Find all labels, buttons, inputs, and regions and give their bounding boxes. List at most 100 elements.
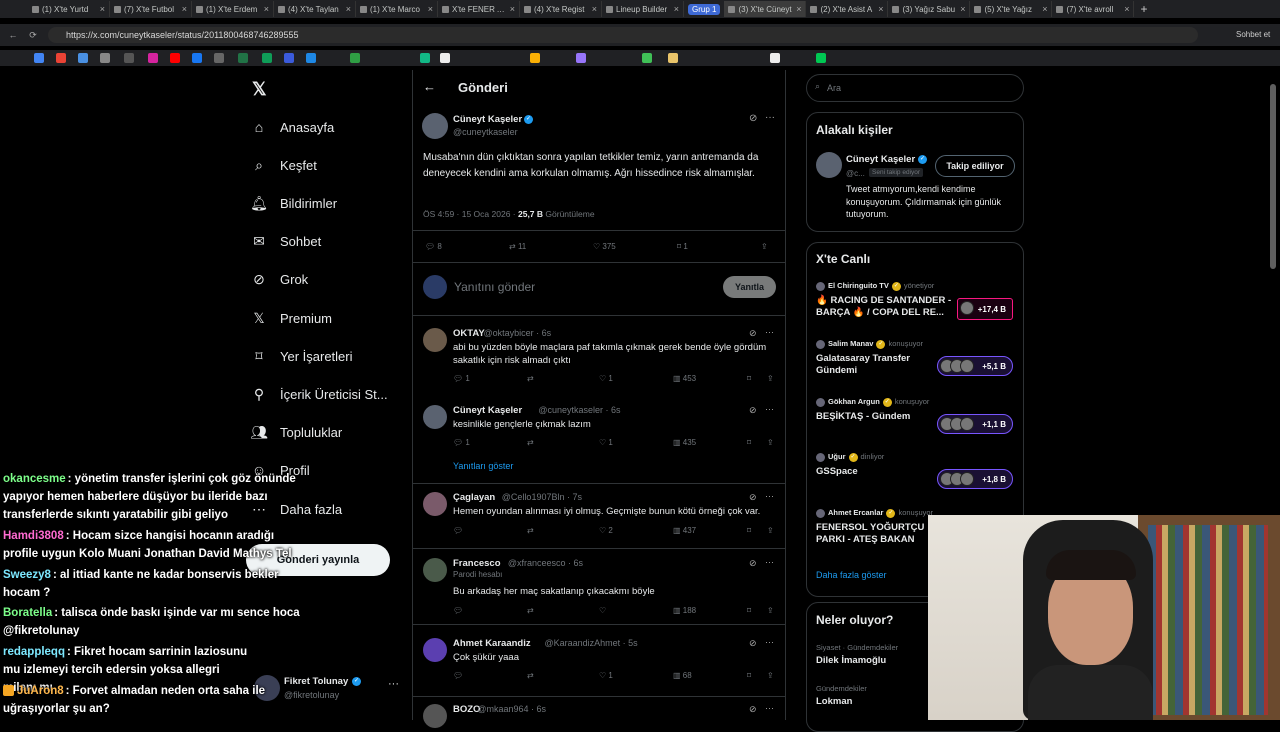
author-name[interactable]: Cüneyt Kaşeler <box>453 114 522 125</box>
share-icon[interactable]: ⇪ <box>767 671 774 680</box>
like-action[interactable]: ♡ 2 <box>599 526 613 535</box>
bookmark-icon[interactable] <box>306 53 316 63</box>
bookmark-icon[interactable] <box>530 53 540 63</box>
bookmark-icon[interactable] <box>78 53 88 63</box>
reply-avatar[interactable] <box>423 558 447 582</box>
sidebar-item-creator[interactable]: ⚲ İçerik Üreticisi St... <box>250 385 388 403</box>
reply-avatar[interactable] <box>423 492 447 516</box>
reply-avatar[interactable] <box>423 704 447 728</box>
bookmark-icon[interactable]: ⌑ <box>747 606 751 615</box>
bookmark-icon[interactable] <box>350 53 360 63</box>
reply-action[interactable]: 💬︎ <box>453 671 463 680</box>
show-replies-link[interactable]: Yanıtları göster <box>453 461 513 471</box>
sidebar-item-mail[interactable]: ✉ Sohbet <box>250 232 321 250</box>
tab-close-icon[interactable]: × <box>960 4 965 14</box>
browser-tab[interactable]: (4) X'te Taylan × <box>274 1 356 17</box>
views-action[interactable]: ▥ 437 <box>673 526 696 535</box>
like-action[interactable]: ♡ 1 <box>599 438 613 447</box>
like-action[interactable]: ♡ 1 <box>599 374 613 383</box>
reply-button[interactable]: Yanıtla <box>723 276 776 298</box>
reply-action[interactable]: 💬︎ 8 <box>425 242 442 251</box>
tab-close-icon[interactable]: × <box>796 4 801 14</box>
bookmark-icon[interactable]: ⌑ <box>747 438 751 447</box>
new-tab-button[interactable]: + <box>1140 2 1147 16</box>
reload-icon[interactable]: ⟳ <box>26 30 40 41</box>
browser-tab[interactable]: (4) X'te Regist × <box>520 1 602 17</box>
bookmark-icon[interactable] <box>56 53 66 63</box>
trend-name[interactable]: Dilek İmamoğlu <box>816 655 886 666</box>
like-action[interactable]: ♡ 1 <box>599 671 613 680</box>
repost-icon[interactable]: ⇄ <box>527 526 534 535</box>
grok-icon[interactable]: ⊘ <box>749 405 757 416</box>
bookmark-icon[interactable] <box>420 53 430 63</box>
bookmark-icon[interactable] <box>816 53 826 63</box>
repost-icon[interactable]: ⇄ <box>527 374 534 383</box>
sidebar-item-x[interactable]: 𝕏 Premium <box>250 309 332 327</box>
bookmark-icon[interactable] <box>170 53 180 63</box>
like-action[interactable]: ♡ 375 <box>593 242 616 251</box>
url-field[interactable]: https://x.com/cuneytkaseler/status/20118… <box>48 27 1198 43</box>
reply-action[interactable]: 💬︎ <box>453 606 463 615</box>
share-icon[interactable]: ⇪ <box>767 526 774 535</box>
browser-tab[interactable]: (1) X'te Yurtd × <box>28 1 110 17</box>
bookmark-icon[interactable] <box>770 53 780 63</box>
grok-icon[interactable]: ⊘ <box>749 704 757 715</box>
bookmark-icon[interactable] <box>642 53 652 63</box>
reply-author-name[interactable]: Ahmet Karaandiz <box>453 638 531 649</box>
tab-close-icon[interactable]: × <box>592 4 597 14</box>
bookmark-icon[interactable] <box>124 53 134 63</box>
search-input[interactable]: ⌕ Ara <box>806 74 1024 102</box>
tab-close-icon[interactable]: × <box>1124 4 1129 14</box>
tab-close-icon[interactable]: × <box>100 4 105 14</box>
sidebar-item-bell[interactable]: 🔔︎ Bildirimler <box>250 194 337 212</box>
browser-tab[interactable]: (7) X'te avroll × <box>1052 1 1135 17</box>
views-action[interactable]: ▥ 435 <box>673 438 696 447</box>
tab-close-icon[interactable]: × <box>878 4 883 14</box>
reply-avatar[interactable] <box>423 638 447 662</box>
tab-close-icon[interactable]: × <box>1042 4 1047 14</box>
tab-close-icon[interactable]: × <box>264 4 269 14</box>
browser-tab[interactable]: (1) X'te Erdem × <box>192 1 274 17</box>
listener-count-pill[interactable]: +1,1 B <box>937 414 1013 434</box>
bookmark-icon[interactable] <box>238 53 248 63</box>
related-avatar[interactable] <box>816 152 842 178</box>
scrollbar[interactable] <box>1270 84 1276 269</box>
bookmark-icon[interactable] <box>100 53 110 63</box>
bookmark-icon[interactable] <box>576 53 586 63</box>
more-icon[interactable]: ··· <box>765 112 775 123</box>
browser-tab[interactable]: (3) Yağız Sabu × <box>888 1 971 17</box>
bookmark-icon[interactable]: ⌑ <box>747 671 751 680</box>
sidebar-item-search[interactable]: ⌕ Keşfet <box>250 156 317 174</box>
show-more-link[interactable]: Daha fazla göster <box>816 570 887 580</box>
tab-group-label[interactable]: Grup 1 <box>688 3 721 15</box>
reply-avatar[interactable] <box>423 328 447 352</box>
tab-close-icon[interactable]: × <box>346 4 351 14</box>
bookmark-icon[interactable] <box>440 53 450 63</box>
sidebar-item-grok[interactable]: ⊘ Grok <box>250 270 308 288</box>
repost-icon[interactable]: ⇄ <box>527 671 534 680</box>
more-icon[interactable]: ··· <box>765 703 774 713</box>
reply-author-name[interactable]: Cüneyt Kaşeler <box>453 405 522 416</box>
browser-tab[interactable]: (1) X'te Marco × <box>356 1 438 17</box>
share-icon[interactable]: ⇪ <box>761 242 768 251</box>
more-icon[interactable]: ··· <box>765 491 774 501</box>
views-action[interactable]: ▥ 68 <box>673 671 692 680</box>
reply-author-name[interactable]: Çaglayan <box>453 492 495 503</box>
bookmark-icon[interactable] <box>668 53 678 63</box>
chat-button[interactable]: Sohbet et <box>1236 30 1270 39</box>
back-arrow-icon[interactable]: ← <box>423 79 436 94</box>
bookmark-icon[interactable]: ⌑ <box>747 374 751 383</box>
sidebar-item-people[interactable]: 👥︎ Topluluklar <box>250 423 342 441</box>
bookmark-icon[interactable] <box>192 53 202 63</box>
reply-action[interactable]: 💬︎ 1 <box>453 374 470 383</box>
author-handle[interactable]: @cuneytkaseler <box>453 127 518 137</box>
listener-count-pill[interactable]: +17,4 B <box>957 298 1013 320</box>
reply-author-name[interactable]: BOZO <box>453 704 480 715</box>
bookmark-icon[interactable] <box>284 53 294 63</box>
tab-close-icon[interactable]: × <box>510 4 515 14</box>
views-action[interactable]: ▥ 453 <box>673 374 696 383</box>
tab-close-icon[interactable]: × <box>182 4 187 14</box>
more-icon[interactable]: ··· <box>765 404 774 414</box>
grok-icon[interactable]: ⊘ <box>749 558 757 569</box>
listener-count-pill[interactable]: +5,1 B <box>937 356 1013 376</box>
